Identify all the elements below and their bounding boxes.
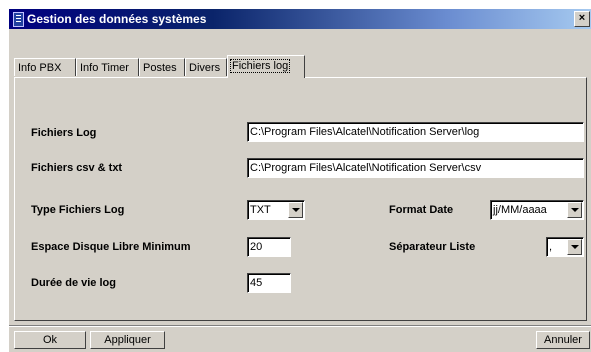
title-bar[interactable]: Gestion des données systèmes × [9, 9, 591, 29]
type-fichiers-log-label: Type Fichiers Log [31, 204, 125, 216]
format-date-value: jj/MM/aaaa [493, 204, 547, 216]
fichiers-log-path-field[interactable]: C:\Program Files\Alcatel\Notification Se… [247, 122, 584, 142]
window-title: Gestion des données systèmes [27, 12, 207, 26]
app-icon [13, 12, 24, 27]
tab-label: Info Timer [80, 62, 129, 74]
tab-info-pbx[interactable]: Info PBX [14, 58, 76, 76]
espace-disque-input[interactable]: 20 [247, 237, 291, 257]
duree-vie-log-input[interactable]: 45 [247, 273, 291, 293]
duree-vie-log-label: Durée de vie log [31, 277, 116, 289]
footer-separator [9, 325, 591, 327]
separateur-liste-label: Séparateur Liste [389, 241, 476, 253]
tab-label: Postes [143, 62, 177, 74]
annuler-button[interactable]: Annuler [536, 331, 590, 349]
tab-panel-fichiers-log: Fichiers Log C:\Program Files\Alcatel\No… [14, 77, 587, 321]
fichiers-csv-label: Fichiers csv & txt [31, 162, 123, 174]
chevron-down-icon[interactable] [567, 202, 582, 218]
separateur-liste-value: , [549, 241, 553, 253]
tab-label: Fichiers log [229, 59, 291, 73]
type-fichiers-log-select[interactable]: TXT [247, 200, 305, 220]
close-button[interactable]: × [574, 11, 590, 27]
format-date-select[interactable]: jj/MM/aaaa [490, 200, 584, 220]
appliquer-button[interactable]: Appliquer [90, 331, 165, 349]
type-fichiers-log-value: TXT [250, 204, 271, 216]
chevron-down-icon[interactable] [288, 202, 303, 218]
tab-label: Divers [189, 62, 221, 74]
format-date-label: Format Date [389, 204, 454, 216]
tab-postes[interactable]: Postes [139, 58, 185, 76]
fichiers-csv-path-field[interactable]: C:\Program Files\Alcatel\Notification Se… [247, 158, 584, 178]
tab-divers[interactable]: Divers [185, 58, 227, 76]
tab-info-timer[interactable]: Info Timer [76, 58, 139, 76]
tab-label: Info PBX [18, 62, 62, 74]
ok-button[interactable]: Ok [14, 331, 86, 349]
dialog-window: Gestion des données systèmes × Info PBX … [8, 8, 591, 352]
tab-fichiers-log[interactable]: Fichiers log [227, 55, 305, 78]
fichiers-log-label: Fichiers Log [31, 127, 97, 139]
separateur-liste-select[interactable]: , [546, 237, 584, 257]
chevron-down-icon[interactable] [567, 239, 582, 255]
espace-disque-label: Espace Disque Libre Minimum [31, 241, 191, 253]
